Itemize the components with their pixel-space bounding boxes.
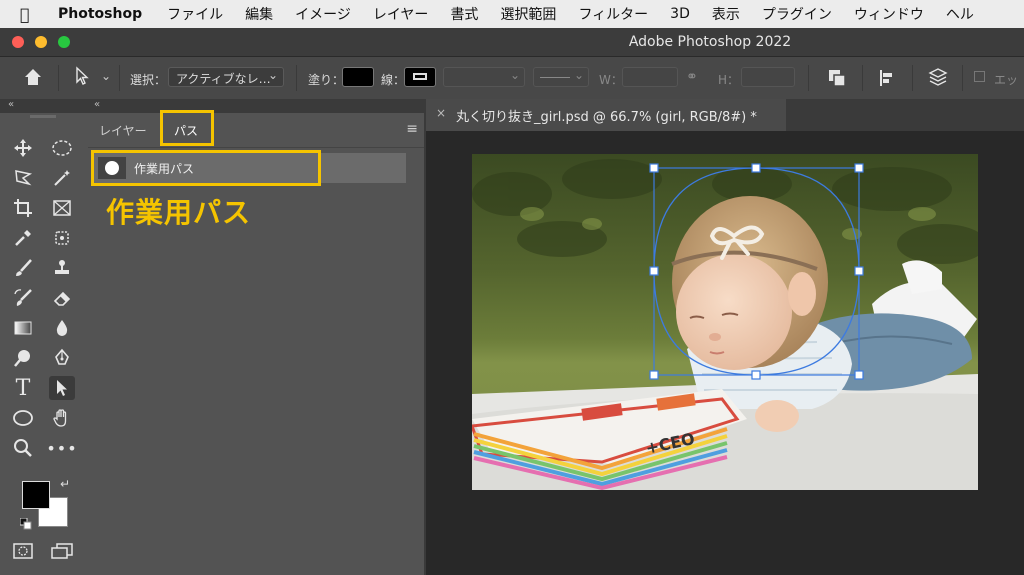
brush-tool-icon[interactable]: [10, 256, 36, 280]
options-bar: ⌄ 選択： アクティブなレ… ⌄ 塗り： 線： ⌄ ⌄ W： ⚭ H： エッ: [0, 57, 1024, 100]
menu-filter[interactable]: フィルター: [578, 4, 648, 24]
panel-tabs: レイヤー パス ≡: [88, 110, 424, 148]
dodge-tool-icon[interactable]: [10, 346, 36, 370]
clone-stamp-tool-icon[interactable]: [49, 256, 75, 280]
spot-healing-brush-icon[interactable]: [49, 226, 75, 250]
stroke-type-chevron-down-icon: ⌄: [573, 68, 584, 82]
tools-panel: T ••• ↵: [0, 113, 89, 575]
gradient-tool-icon[interactable]: [10, 316, 36, 340]
annotation-callout: 作業用パス: [106, 196, 252, 229]
swap-colors-icon[interactable]: ↵: [60, 477, 70, 491]
default-colors-icon[interactable]: [19, 515, 32, 534]
select-label: 選択：: [130, 73, 167, 87]
menu-image[interactable]: イメージ: [295, 4, 351, 24]
tool-preset-chevron-down-icon[interactable]: ⌄: [101, 69, 111, 83]
ellipse-tool-icon[interactable]: [10, 406, 36, 430]
path-selection-tool-icon[interactable]: [74, 66, 90, 89]
toolbar-grip[interactable]: [30, 115, 56, 118]
eyedropper-tool-icon[interactable]: [10, 226, 36, 250]
stroke-preview-icon: [413, 73, 427, 80]
apple-menu-icon[interactable]: : [20, 5, 46, 24]
stroke-color-swatch[interactable]: [404, 67, 436, 87]
mac-menubar:  Photoshop ファイル 編集 イメージ レイヤー 書式 選択範囲 フィ…: [0, 0, 1024, 28]
path-selection-tool-active-icon[interactable]: [49, 376, 75, 400]
align-edges-label: エッ: [994, 73, 1019, 87]
path-alignment-icon[interactable]: [876, 67, 898, 92]
screen-mode-icon[interactable]: [49, 539, 75, 563]
window-title: Adobe Photoshop 2022: [628, 34, 792, 50]
collapse-toolbar-icon[interactable]: «: [8, 99, 14, 110]
stroke-type-line-icon: [540, 77, 570, 78]
stroke-type-dropdown[interactable]: ⌄: [533, 67, 589, 87]
menu-select[interactable]: 選択範囲: [500, 4, 556, 24]
menu-type[interactable]: 書式: [450, 4, 478, 24]
paths-panel: レイヤー パス ≡ 作業用パス 作業用パス: [88, 110, 426, 575]
height-field[interactable]: [741, 67, 795, 87]
crop-tool-icon[interactable]: [10, 196, 36, 220]
history-brush-tool-icon[interactable]: [10, 286, 36, 310]
menu-app-photoshop[interactable]: Photoshop: [58, 6, 142, 22]
path-operations-icon[interactable]: [826, 67, 848, 92]
type-tool-icon[interactable]: T: [10, 376, 36, 401]
select-dropdown-value: アクティブなレ…: [176, 72, 271, 86]
height-label: H：: [718, 73, 740, 87]
eraser-tool-icon[interactable]: [49, 286, 75, 310]
polygonal-lasso-tool-icon[interactable]: [10, 166, 36, 190]
menu-plugins[interactable]: プラグイン: [762, 4, 832, 24]
stroke-width-chevron-down-icon: ⌄: [509, 68, 520, 82]
more-tools-ellipsis-icon[interactable]: •••: [46, 436, 76, 460]
document-tab-title: 丸く切り抜き_girl.psd @ 66.7% (girl, RGB/8#) *: [456, 110, 757, 125]
window-titlebar: Adobe Photoshop 2022: [0, 28, 1024, 57]
foreground-color-swatch[interactable]: [22, 481, 50, 509]
menu-view[interactable]: 表示: [712, 4, 740, 24]
hand-tool-icon[interactable]: [49, 406, 75, 430]
close-document-icon[interactable]: ×: [436, 106, 446, 120]
link-icon[interactable]: ⚭: [686, 69, 698, 85]
dropdown-chevron-down-icon: ⌄: [267, 68, 278, 82]
stroke-width-field[interactable]: ⌄: [443, 67, 525, 87]
path-selection-overlay: [649, 163, 864, 380]
quick-mask-icon[interactable]: [10, 539, 36, 563]
select-dropdown[interactable]: アクティブなレ… ⌄: [168, 67, 284, 87]
width-field[interactable]: [622, 67, 678, 87]
magic-wand-tool-icon[interactable]: [49, 166, 75, 190]
width-label: W：: [599, 73, 623, 87]
paths-tab-highlight: [160, 110, 214, 146]
menu-window[interactable]: ウィンドウ: [854, 4, 924, 24]
zoom-tool-icon[interactable]: [10, 436, 36, 460]
document-image[interactable]: +CEO: [472, 154, 978, 490]
menu-file[interactable]: ファイル: [167, 4, 223, 24]
fill-label: 塗り：: [308, 73, 345, 87]
document-tab[interactable]: × 丸く切り抜き_girl.psd @ 66.7% (girl, RGB/8#)…: [426, 99, 786, 131]
path-row-highlight: [91, 150, 321, 186]
pen-tool-icon[interactable]: [49, 346, 75, 370]
collapse-panel-icon[interactable]: «: [94, 99, 100, 110]
blur-tool-icon[interactable]: [49, 316, 75, 340]
home-icon[interactable]: [22, 66, 44, 91]
menu-layer[interactable]: レイヤー: [373, 4, 429, 24]
menu-help[interactable]: ヘル: [946, 4, 974, 24]
stroke-label: 線：: [381, 73, 406, 87]
menu-edit[interactable]: 編集: [245, 4, 273, 24]
elliptical-marquee-tool-icon[interactable]: [49, 136, 75, 160]
panel-menu-icon[interactable]: ≡: [406, 121, 418, 137]
frame-tool-icon[interactable]: [49, 196, 75, 220]
align-edges-checkbox[interactable]: [974, 71, 985, 82]
tab-layers[interactable]: レイヤー: [99, 122, 147, 139]
move-tool-icon[interactable]: [10, 136, 36, 160]
fill-color-swatch[interactable]: [342, 67, 374, 87]
menu-3d[interactable]: 3D: [670, 6, 690, 22]
path-arrangement-icon[interactable]: [926, 66, 950, 93]
